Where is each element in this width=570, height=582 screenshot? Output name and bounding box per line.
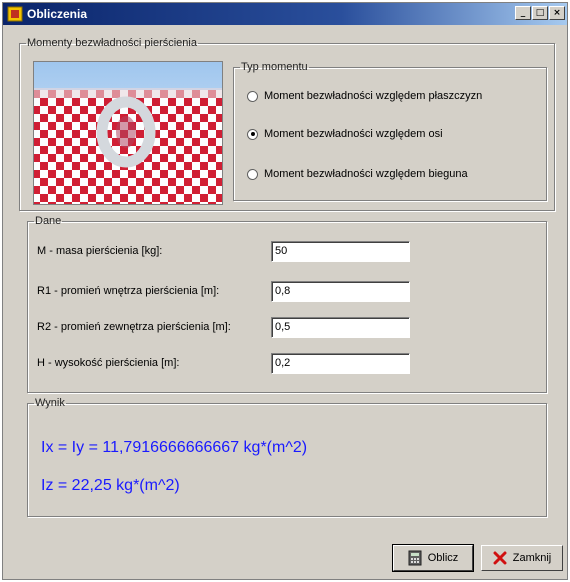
moment-type-legend: Typ momentu: [241, 61, 308, 73]
result-group-legend: Wynik: [35, 397, 65, 409]
maximize-button[interactable]: □: [532, 6, 548, 20]
result-ixy: Ix = Iy = 11,7916666666667 kg*(m^2): [41, 439, 308, 456]
outer-radius-label: R2 - promień zewnętrza pierścienia [m]:: [37, 321, 231, 333]
close-button-label: Zamknij: [512, 552, 552, 564]
radio-option-plane[interactable]: Moment bezwładności względem płaszczyzn: [247, 90, 482, 102]
height-input[interactable]: 0,2: [271, 353, 410, 374]
close-x-icon: [493, 551, 507, 565]
window-title: Obliczenia: [27, 7, 88, 21]
data-group-legend: Dane: [35, 215, 62, 227]
radio-circle[interactable]: [247, 168, 258, 180]
radio-circle-checked[interactable]: [247, 128, 258, 140]
inner-radius-label: R1 - promień wnętrza pierścienia [m]:: [37, 285, 220, 297]
mass-label: M - masa pierścienia [kg]:: [37, 245, 163, 257]
result-iz: Iz = 22,25 kg*(m^2): [41, 477, 180, 494]
compute-button[interactable]: Oblicz: [392, 544, 474, 572]
mass-input[interactable]: 50: [271, 241, 410, 262]
radio-label: Moment bezwładności względem osi: [264, 128, 443, 140]
close-button[interactable]: Zamknij: [481, 545, 563, 571]
height-label: H - wysokość pierścienia [m]:: [37, 357, 180, 369]
radio-label: Moment bezwładności względem płaszczyzn: [264, 90, 483, 102]
close-window-button[interactable]: ×: [549, 6, 565, 20]
result-group: Wynik: [27, 397, 547, 517]
ring-preview-image: [33, 61, 223, 205]
calculator-icon: [408, 550, 422, 566]
title-bar[interactable]: Obliczenia _ □ ×: [3, 3, 567, 25]
inner-radius-input[interactable]: 0,8: [271, 281, 410, 302]
radio-option-axis[interactable]: Moment bezwładności względem osi: [247, 128, 443, 140]
minimize-button[interactable]: _: [515, 6, 531, 20]
radio-label: Moment bezwładności względem bieguna: [264, 168, 468, 180]
radio-circle[interactable]: [247, 90, 258, 102]
outer-radius-input[interactable]: 0,5: [271, 317, 410, 338]
dialog-window: Obliczenia _ □ × Momenty bezwładności pi…: [2, 2, 568, 580]
radio-option-pole[interactable]: Moment bezwładności względem bieguna: [247, 168, 468, 180]
compute-button-label: Oblicz: [427, 552, 459, 564]
app-icon: [7, 6, 23, 22]
preview-group-legend: Momenty bezwładności pierścienia: [27, 37, 197, 49]
